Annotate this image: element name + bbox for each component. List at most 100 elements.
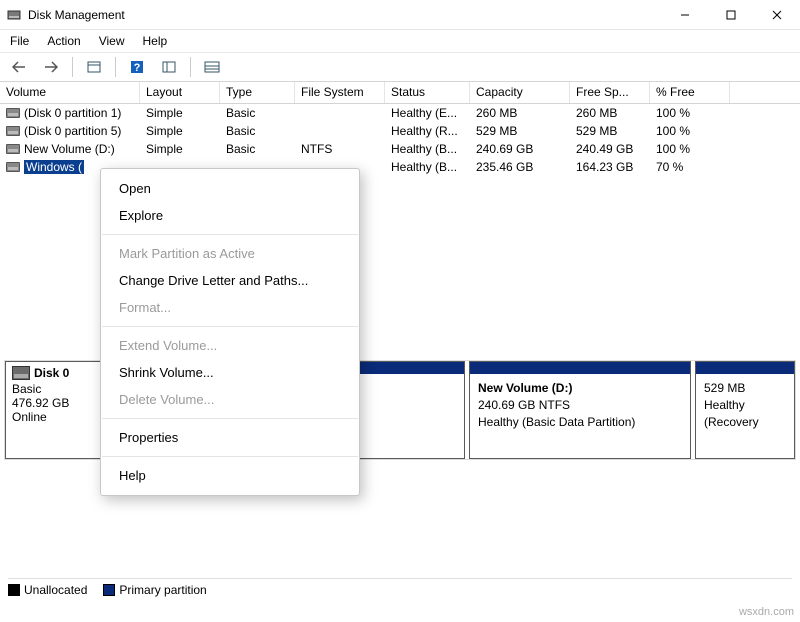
toolbar: ?: [0, 52, 800, 82]
ctx-properties[interactable]: Properties: [101, 424, 359, 451]
partition-line: Healthy (Recovery: [704, 397, 786, 431]
table-row[interactable]: New Volume (D:) Simple Basic NTFS Health…: [0, 140, 800, 158]
app-icon: [6, 7, 22, 23]
cell-layout: Simple: [140, 141, 220, 157]
col-filesystem[interactable]: File System: [295, 82, 385, 103]
window-title: Disk Management: [28, 8, 125, 22]
cell-cap: 235.46 GB: [470, 159, 570, 175]
cell-pct: 70 %: [650, 159, 730, 175]
disk-info[interactable]: Disk 0 Basic 476.92 GB Online: [5, 361, 115, 459]
ctx-separator: [102, 418, 358, 419]
volume-icon: [6, 126, 20, 136]
cell-pct: 100 %: [650, 141, 730, 157]
ctx-format: Format...: [101, 294, 359, 321]
table-row[interactable]: (Disk 0 partition 5) Simple Basic Health…: [0, 122, 800, 140]
menu-file[interactable]: File: [10, 34, 29, 48]
partition-block[interactable]: New Volume (D:) 240.69 GB NTFS Healthy (…: [469, 361, 691, 459]
ctx-delete: Delete Volume...: [101, 386, 359, 413]
col-layout[interactable]: Layout: [140, 82, 220, 103]
cell-status: Healthy (R...: [385, 123, 470, 139]
legend-label: Unallocated: [24, 583, 87, 597]
toolbar-detail-button[interactable]: [199, 55, 225, 79]
menu-view[interactable]: View: [99, 34, 125, 48]
ctx-mark-active: Mark Partition as Active: [101, 240, 359, 267]
svg-text:?: ?: [134, 62, 141, 74]
col-type[interactable]: Type: [220, 82, 295, 103]
close-button[interactable]: [754, 0, 800, 30]
cell-fs: NTFS: [295, 141, 385, 157]
ctx-explore[interactable]: Explore: [101, 202, 359, 229]
cell-free: 260 MB: [570, 105, 650, 121]
legend: Unallocated Primary partition: [8, 578, 792, 600]
partition-line: Healthy (Basic Data Partition): [478, 414, 682, 431]
cell-pct: 100 %: [650, 105, 730, 121]
disk-label: Disk 0: [34, 366, 69, 380]
ctx-shrink[interactable]: Shrink Volume...: [101, 359, 359, 386]
partition-block[interactable]: 529 MB Healthy (Recovery: [695, 361, 795, 459]
disk-state: Online: [12, 410, 108, 424]
partition-header: [696, 362, 794, 374]
ctx-separator: [102, 326, 358, 327]
cell-layout: Simple: [140, 123, 220, 139]
menu-action[interactable]: Action: [47, 34, 80, 48]
legend-unallocated: Unallocated: [8, 583, 87, 597]
table-row[interactable]: (Disk 0 partition 1) Simple Basic Health…: [0, 104, 800, 122]
volume-list: (Disk 0 partition 1) Simple Basic Health…: [0, 104, 800, 176]
partition-line: 240.69 GB NTFS: [478, 397, 682, 414]
cell-volume: New Volume (D:): [24, 142, 115, 156]
cell-free: 529 MB: [570, 123, 650, 139]
ctx-separator: [102, 234, 358, 235]
toolbar-view-button[interactable]: [81, 55, 107, 79]
watermark: wsxdn.com: [739, 606, 794, 618]
swatch-black: [8, 584, 20, 596]
menubar: File Action View Help: [0, 30, 800, 52]
cell-type: Basic: [220, 123, 295, 139]
cell-type: Basic: [220, 141, 295, 157]
ctx-change-letter[interactable]: Change Drive Letter and Paths...: [101, 267, 359, 294]
legend-label: Primary partition: [119, 583, 206, 597]
cell-free: 240.49 GB: [570, 141, 650, 157]
cell-volume: (Disk 0 partition 5): [24, 124, 121, 138]
forward-button[interactable]: [38, 55, 64, 79]
context-menu: Open Explore Mark Partition as Active Ch…: [100, 168, 360, 496]
cell-volume: (Disk 0 partition 1): [24, 106, 121, 120]
cell-type: Basic: [220, 105, 295, 121]
ctx-open[interactable]: Open: [101, 175, 359, 202]
cell-status: Healthy (E...: [385, 105, 470, 121]
minimize-button[interactable]: [662, 0, 708, 30]
cell-pct: 100 %: [650, 123, 730, 139]
col-volume[interactable]: Volume: [0, 82, 140, 103]
swatch-blue: [103, 584, 115, 596]
titlebar: Disk Management: [0, 0, 800, 30]
disk-type: Basic: [12, 382, 108, 396]
partition-title: New Volume (D:): [478, 380, 682, 397]
col-pct[interactable]: % Free: [650, 82, 730, 103]
ctx-help[interactable]: Help: [101, 462, 359, 489]
disk-icon: [12, 366, 30, 380]
ctx-separator: [102, 456, 358, 457]
cell-status: Healthy (B...: [385, 141, 470, 157]
cell-volume: Windows (: [24, 160, 84, 174]
col-capacity[interactable]: Capacity: [470, 82, 570, 103]
cell-status: Healthy (B...: [385, 159, 470, 175]
menu-help[interactable]: Help: [143, 34, 168, 48]
volume-icon: [6, 144, 20, 154]
cell-cap: 260 MB: [470, 105, 570, 121]
help-button[interactable]: ?: [124, 55, 150, 79]
partition-line: 529 MB: [704, 380, 786, 397]
toolbar-list-button[interactable]: [156, 55, 182, 79]
back-button[interactable]: [6, 55, 32, 79]
ctx-extend: Extend Volume...: [101, 332, 359, 359]
cell-fs: [295, 112, 385, 114]
col-status[interactable]: Status: [385, 82, 470, 103]
col-free[interactable]: Free Sp...: [570, 82, 650, 103]
volume-icon: [6, 108, 20, 118]
cell-cap: 240.69 GB: [470, 141, 570, 157]
cell-fs: [295, 130, 385, 132]
maximize-button[interactable]: [708, 0, 754, 30]
volume-icon: [6, 162, 20, 172]
cell-cap: 529 MB: [470, 123, 570, 139]
legend-primary: Primary partition: [103, 583, 206, 597]
cell-layout: Simple: [140, 105, 220, 121]
disk-size: 476.92 GB: [12, 396, 108, 410]
